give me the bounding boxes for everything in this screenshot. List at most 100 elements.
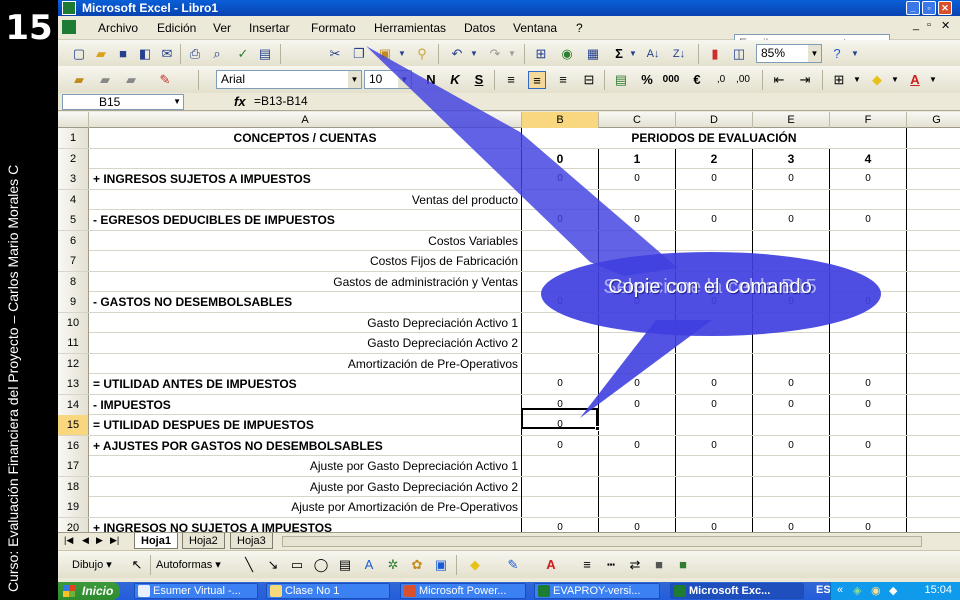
web-icon[interactable]: ◉	[558, 45, 576, 63]
value-cell[interactable]	[830, 476, 907, 497]
font-color-icon[interactable]: A	[906, 71, 924, 89]
value-cell[interactable]	[830, 333, 907, 353]
value-cell[interactable]	[676, 251, 753, 271]
period-2[interactable]: 2	[676, 148, 753, 169]
value-cell[interactable]	[522, 312, 599, 333]
borders-dropdown-icon[interactable]: ▼	[848, 71, 866, 89]
copy-icon[interactable]: ❐	[350, 45, 368, 63]
horizontal-scrollbar[interactable]	[282, 536, 922, 547]
sort-asc-icon[interactable]: A↓	[644, 45, 662, 63]
spreadsheet-grid[interactable]: A B C D E F G 1 CONCEPTOS / CUENTAS PERI…	[58, 112, 960, 532]
fill-color-icon[interactable]: ◆	[868, 71, 886, 89]
open-icon[interactable]: ▰	[92, 45, 110, 63]
fill-color-icon[interactable]: ◆	[466, 556, 484, 574]
value-cell[interactable]: 0	[830, 517, 907, 532]
value-cell[interactable]	[830, 415, 907, 435]
font-select[interactable]: Arial ▼	[216, 70, 362, 89]
formula-input[interactable]: =B13-B14	[254, 94, 308, 108]
value-cell[interactable]: 0	[676, 374, 753, 394]
rectangle-icon[interactable]: ▭	[288, 556, 306, 574]
value-cell[interactable]	[522, 497, 599, 517]
concept-label[interactable]: Gastos de administración y Ventas	[89, 271, 522, 292]
value-cell[interactable]	[676, 353, 753, 374]
column-header-f[interactable]: F	[830, 112, 907, 128]
concept-label[interactable]: Ventas del producto	[89, 189, 522, 210]
network-icon[interactable]: ◈	[853, 584, 861, 597]
first-sheet-icon[interactable]: |◀	[64, 535, 73, 546]
concept-label[interactable]: - IMPUESTOS	[89, 394, 522, 415]
row-header[interactable]: 18	[58, 476, 89, 497]
value-cell[interactable]	[676, 497, 753, 517]
decrease-indent-icon[interactable]: ⇤	[770, 71, 788, 89]
close-button[interactable]: ✕	[938, 1, 952, 15]
value-cell[interactable]: 0	[522, 517, 599, 532]
chart-wizard-icon[interactable]: ▮	[706, 45, 724, 63]
prev-sheet-icon[interactable]: ◀	[82, 535, 89, 546]
zoom-select[interactable]: 85% ▼	[756, 44, 822, 63]
value-cell[interactable]	[599, 415, 676, 435]
new-icon[interactable]: ▢	[70, 45, 88, 63]
select-all-corner[interactable]	[58, 112, 89, 128]
value-cell[interactable]: 0	[753, 210, 830, 230]
menu-archivo[interactable]: Archivo	[98, 21, 138, 35]
italic-button[interactable]: K	[446, 71, 464, 89]
value-cell[interactable]: 0	[753, 517, 830, 532]
period-0[interactable]: 0	[522, 148, 599, 169]
value-cell[interactable]: 0	[753, 169, 830, 189]
spelling-icon[interactable]: ✓	[234, 45, 252, 63]
value-cell[interactable]	[522, 456, 599, 476]
column-header-g[interactable]: G	[907, 112, 960, 128]
comma-style-icon[interactable]: 000	[662, 71, 680, 89]
value-cell[interactable]	[522, 189, 599, 210]
autosum-dropdown-icon[interactable]: ▼	[624, 45, 642, 63]
row-header[interactable]: 1	[58, 128, 89, 148]
cut-icon[interactable]: ✂	[326, 45, 344, 63]
header-conceptos[interactable]: CONCEPTOS / CUENTAS	[89, 128, 522, 148]
value-cell[interactable]: 0	[753, 374, 830, 394]
value-cell[interactable]	[753, 189, 830, 210]
value-cell[interactable]: 0	[753, 394, 830, 415]
value-cell[interactable]	[522, 230, 599, 251]
value-cell[interactable]	[753, 476, 830, 497]
permission-icon[interactable]: ◧	[136, 45, 154, 63]
row-header[interactable]: 10	[58, 312, 89, 333]
value-cell[interactable]	[599, 312, 676, 333]
security-icon[interactable]: ◆	[889, 584, 897, 597]
sort-desc-icon[interactable]: Z↓	[670, 45, 688, 63]
concept-label[interactable]: Ajuste por Gasto Depreciación Activo 2	[89, 476, 522, 497]
value-cell[interactable]: 0	[676, 169, 753, 189]
value-cell[interactable]	[830, 189, 907, 210]
value-cell[interactable]	[753, 353, 830, 374]
concept-label[interactable]: = UTILIDAD ANTES DE IMPUESTOS	[89, 374, 522, 394]
increase-decimal-icon[interactable]: ,0	[712, 71, 730, 89]
draw-menu-button[interactable]: Dibujo ▾	[72, 556, 122, 574]
concept-label[interactable]: - EGRESOS DEDUCIBLES DE IMPUESTOS	[89, 210, 522, 230]
period-4[interactable]: 4	[830, 148, 907, 169]
value-cell[interactable]: 0	[522, 292, 599, 312]
value-cell[interactable]: 0	[676, 435, 753, 456]
value-cell[interactable]	[522, 476, 599, 497]
3d-style-icon[interactable]: ■	[674, 556, 692, 574]
value-cell[interactable]: 0	[522, 435, 599, 456]
line-style-icon[interactable]: ≡	[578, 556, 596, 574]
align-right-icon[interactable]: ≡	[554, 71, 572, 89]
hyperlink-icon[interactable]: ⊞	[532, 45, 550, 63]
underline-button[interactable]: S	[470, 71, 488, 89]
email-icon[interactable]: ✉	[158, 45, 176, 63]
concept-label[interactable]: Amortización de Pre-Operativos	[89, 353, 522, 374]
sheet-tab-hoja2[interactable]: Hoja2	[182, 533, 225, 549]
picture-icon[interactable]: ▣	[432, 556, 450, 574]
align-center-icon[interactable]: ≡	[528, 71, 546, 89]
value-cell[interactable]: 0	[830, 210, 907, 230]
period-3[interactable]: 3	[753, 148, 830, 169]
concept-label[interactable]: Gasto Depreciación Activo 2	[89, 333, 522, 353]
value-cell[interactable]	[676, 456, 753, 476]
shadow-style-icon[interactable]: ■	[650, 556, 668, 574]
row-header[interactable]: 20	[58, 517, 89, 532]
row-header[interactable]: 19	[58, 497, 89, 517]
volume-icon[interactable]: ◉	[871, 584, 881, 597]
menu-ver[interactable]: Ver	[213, 21, 231, 35]
document-icon[interactable]	[62, 20, 76, 34]
increase-indent-icon[interactable]: ⇥	[796, 71, 814, 89]
value-cell[interactable]	[830, 251, 907, 271]
